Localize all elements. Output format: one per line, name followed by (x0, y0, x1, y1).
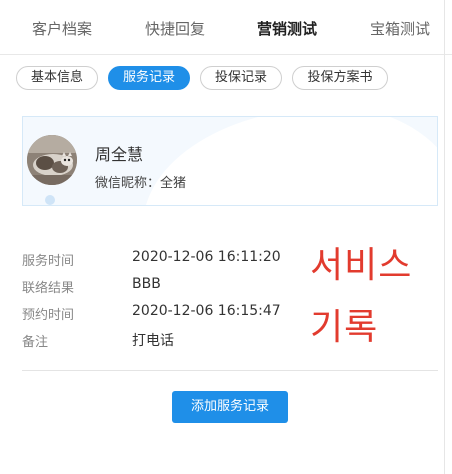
card-decoration-dot (45, 195, 55, 205)
service-time-value: 2020-12-06 16:11:20 (132, 249, 281, 265)
appointment-time-value: 2020-12-06 16:15:47 (132, 303, 281, 319)
note-label: 备注 (22, 335, 49, 350)
annotation-text-line1: 서비스 (310, 245, 413, 286)
top-tab-bar: 客户档案 快捷回复 营销测试 宝箱测试 (0, 0, 452, 55)
subtab-insurance-record[interactable]: 投保记录 (200, 66, 282, 90)
subtab-basic-info[interactable]: 基本信息 (16, 66, 98, 90)
subtab-insurance-proposal[interactable]: 投保方案书 (292, 66, 388, 90)
service-time-label: 服务时间 (22, 254, 75, 269)
tab-marketing-test[interactable]: 营销测试 (257, 19, 317, 39)
card-background-shape (143, 117, 437, 205)
cat-avatar-image (27, 135, 77, 185)
tab-treasure-test[interactable]: 宝箱测试 (370, 19, 430, 39)
customer-card: 周全慧 微信昵称：全猪 (22, 116, 438, 206)
tab-quick-reply[interactable]: 快捷回复 (145, 19, 205, 39)
contact-result-value: BBB (132, 276, 161, 292)
annotation-text-line2: 기록 (310, 307, 379, 348)
customer-name: 周全慧 (95, 145, 144, 164)
avatar[interactable] (27, 135, 77, 185)
panel-right-border (444, 0, 445, 474)
contact-result-label: 联络结果 (22, 281, 75, 296)
add-service-record-button[interactable]: 添加服务记录 (172, 391, 288, 423)
tab-customer-profile[interactable]: 客户档案 (32, 19, 92, 39)
customer-nickname: 微信昵称：全猪 (95, 176, 187, 191)
subtab-service-record[interactable]: 服务记录 (108, 66, 190, 90)
note-value: 打电话 (132, 333, 174, 349)
appointment-time-label: 预约时间 (22, 308, 75, 323)
divider (22, 370, 438, 371)
